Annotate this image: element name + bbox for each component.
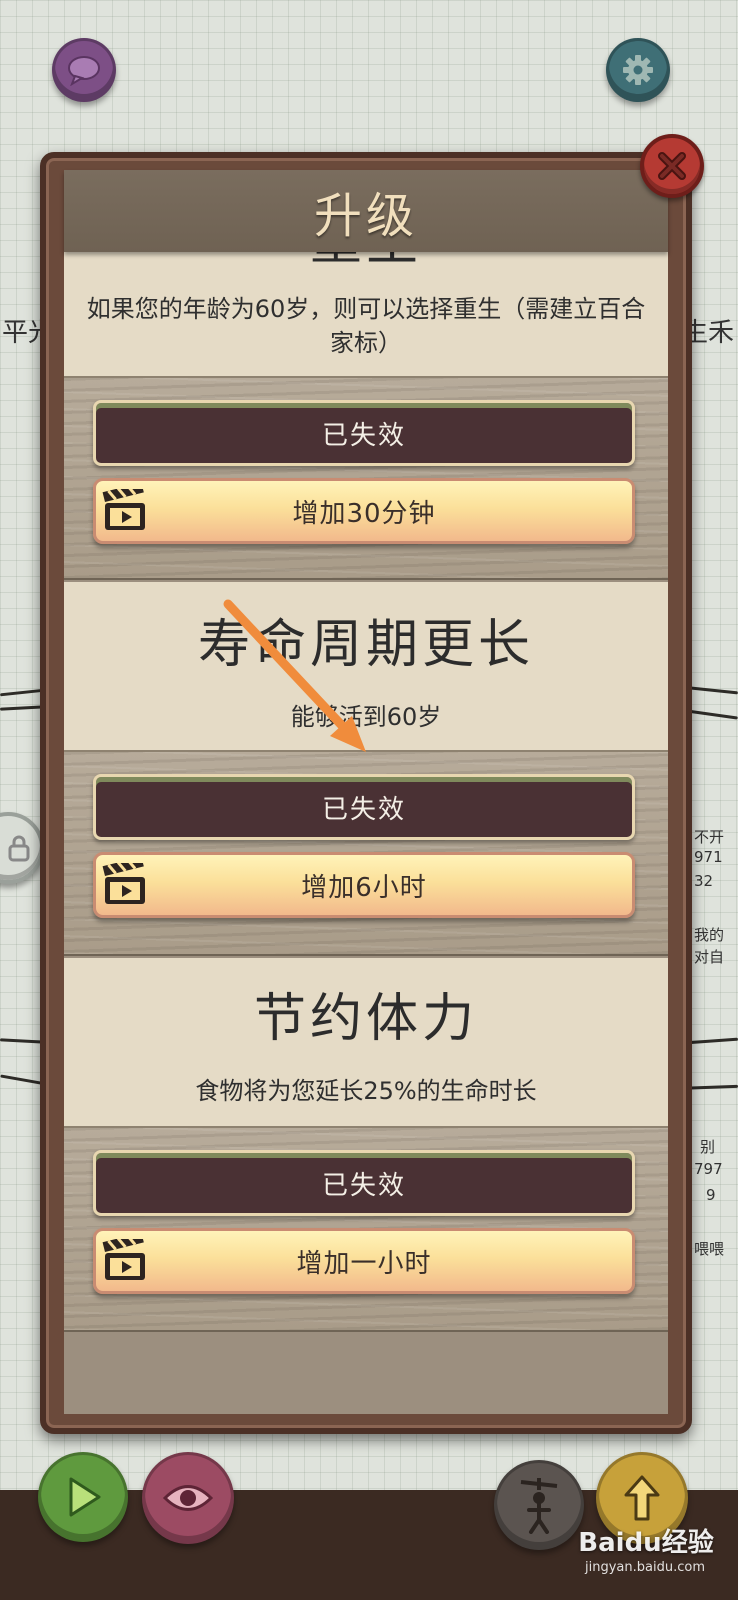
bg-text-fragment: 797 — [694, 1160, 723, 1178]
add-time-button[interactable]: 增加6小时 — [93, 852, 635, 918]
bg-text-fragment: 不开 — [694, 828, 725, 846]
view-button[interactable] — [142, 1452, 234, 1544]
bg-text-fragment: 9 — [706, 1186, 716, 1204]
modal-header: 升级 — [64, 170, 668, 252]
play-button[interactable] — [38, 1452, 128, 1542]
upgrade-card-save-energy: 节约体力 食物将为您延长25%的生命时长 — [64, 958, 668, 1126]
lock-icon — [8, 835, 30, 862]
eye-icon — [162, 1485, 214, 1511]
upgrade-description: 如果您的年龄为60岁，则可以选择重生（需建立百合家标） — [86, 295, 646, 357]
add-time-button[interactable]: 增加30分钟 — [93, 478, 635, 544]
chat-button[interactable] — [52, 38, 116, 102]
lock-button[interactable] — [0, 812, 44, 884]
expired-button[interactable]: 已失效 — [93, 1150, 635, 1216]
bg-text-fragment: 971 — [694, 848, 723, 866]
watermark-url: jingyan.baidu.com — [585, 1560, 705, 1575]
upgrade-description: 能够活到60岁 — [290, 703, 442, 731]
upgrade-title: 寿命周期更长 — [197, 615, 534, 675]
upgrade-card-longer-life: 寿命周期更长 能够活到60岁 — [64, 582, 668, 750]
bg-text-fragment: 别 — [700, 1138, 716, 1156]
bg-text-fragment: 32 — [694, 872, 714, 890]
upgrade-arrow-icon — [624, 1475, 660, 1521]
gear-icon — [623, 55, 653, 85]
clapperboard-icon — [102, 863, 145, 904]
upgrade-description: 食物将为您延长25%的生命时长 — [195, 1077, 537, 1105]
add-time-label: 增加一小时 — [296, 1248, 432, 1279]
clapperboard-icon — [102, 1239, 145, 1280]
expired-button[interactable]: 已失效 — [93, 774, 635, 840]
bg-text-fragment: 喂喂 — [694, 1240, 725, 1258]
watermark-brand: Baidu经验 — [578, 1528, 714, 1558]
modal-title: 升级 — [313, 188, 418, 244]
bg-text-fragment: 对自 — [694, 948, 725, 966]
play-icon — [69, 1477, 101, 1517]
expired-button[interactable]: 已失效 — [93, 400, 635, 466]
settings-button[interactable] — [606, 38, 670, 102]
clapperboard-icon — [102, 489, 145, 530]
upgrade-title: 节约体力 — [253, 989, 478, 1049]
bg-text-fragment: 我的 — [694, 926, 725, 944]
chat-icon — [68, 56, 100, 86]
close-button[interactable] — [640, 134, 704, 198]
add-time-label: 增加6小时 — [301, 872, 427, 903]
close-icon — [658, 152, 686, 180]
upgrade-card-rebirth: 重生 如果您的年龄为60岁，则可以选择重生（需建立百合家标） — [64, 212, 668, 376]
add-time-button[interactable]: 增加一小时 — [93, 1228, 635, 1294]
add-time-label: 增加30分钟 — [292, 498, 436, 529]
